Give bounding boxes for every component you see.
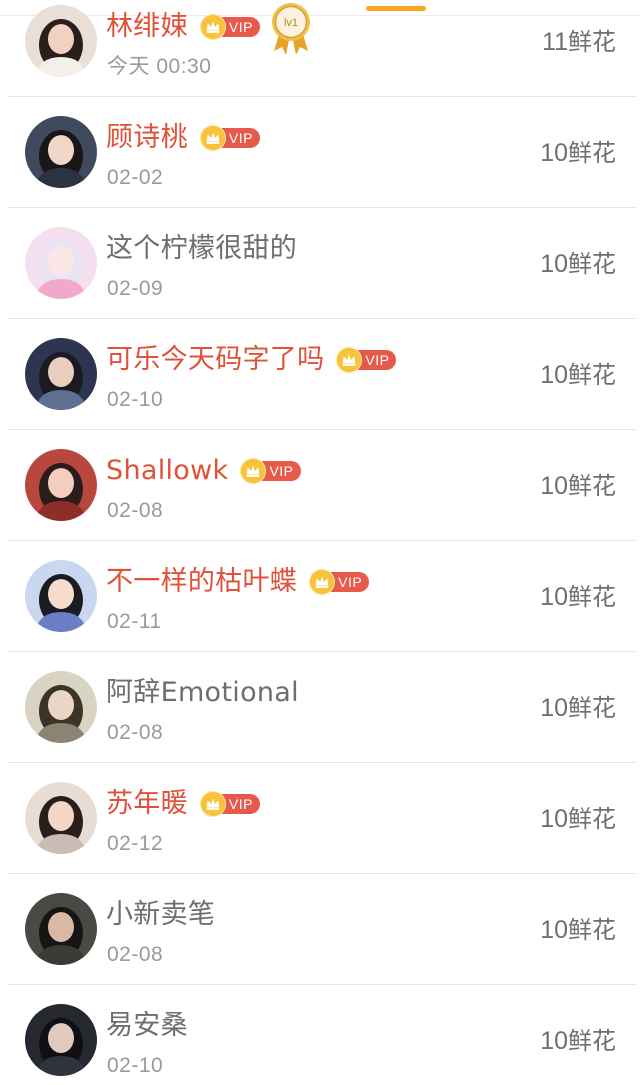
flower-count-number: 11 [542, 28, 568, 56]
timestamp: 02-08 [107, 499, 164, 522]
flower-count: 10鲜花 [540, 249, 616, 279]
list-item[interactable]: 易安桑 02-10 10鲜花 [0, 985, 640, 1085]
name-line: 可乐今天码字了吗 VIP [106, 343, 397, 377]
flower-count: 10鲜花 [540, 804, 616, 834]
name-line: 易安桑 [106, 1009, 188, 1043]
medal-icon: lv1 [270, 1, 312, 57]
list-item[interactable]: 苏年暖 VIP 02-12 10鲜花 [0, 763, 640, 874]
user-name[interactable]: 阿辞Emotional [106, 676, 299, 710]
flower-count-number: 10 [540, 916, 568, 944]
avatar[interactable] [25, 5, 97, 77]
user-name[interactable]: 易安桑 [106, 1009, 188, 1043]
timestamp: 02-10 [107, 1054, 164, 1077]
user-name[interactable]: 可乐今天码字了吗 [106, 343, 324, 377]
flower-count: 10鲜花 [540, 471, 616, 501]
flower-count-number: 10 [540, 139, 568, 167]
user-name[interactable]: 林绯娕 [106, 10, 188, 44]
avatar[interactable] [25, 671, 97, 743]
timestamp: 02-08 [107, 721, 164, 744]
flower-ranking-list: 林绯娕 VIP lv1 今天 00:30 11鲜花 顾诗桃 VIP 02-02 10鲜花 这个柠檬… [0, 0, 640, 1085]
name-line: 顾诗桃 VIP [106, 121, 260, 155]
flower-count-number: 10 [540, 1027, 568, 1055]
name-line: Shallowk VIP [106, 454, 301, 488]
vip-badge: VIP [199, 125, 260, 151]
timestamp: 02-11 [107, 610, 162, 633]
crown-icon [309, 569, 336, 595]
flower-count-number: 10 [540, 472, 568, 500]
user-name[interactable]: 苏年暖 [106, 787, 188, 821]
name-line: 这个柠檬很甜的 [106, 232, 297, 266]
name-line: 阿辞Emotional [106, 676, 299, 710]
flower-count: 11鲜花 [542, 27, 616, 57]
name-line: 不一样的枯叶蝶 VIP [106, 565, 370, 599]
svg-text:lv1: lv1 [284, 17, 298, 29]
flower-count-number: 10 [540, 583, 568, 611]
flower-count-unit: 鲜花 [568, 250, 616, 278]
avatar[interactable] [25, 227, 97, 299]
timestamp: 今天 00:30 [107, 55, 212, 78]
flower-count-unit: 鲜花 [568, 1027, 616, 1055]
avatar[interactable] [25, 893, 97, 965]
flower-count-unit: 鲜花 [568, 805, 616, 833]
avatar[interactable] [25, 449, 97, 521]
vip-badge: VIP [199, 791, 260, 817]
user-name[interactable]: Shallowk [106, 454, 228, 488]
list-item[interactable]: Shallowk VIP 02-08 10鲜花 [0, 430, 640, 541]
timestamp: 02-12 [107, 832, 164, 855]
flower-count: 10鲜花 [540, 1026, 616, 1056]
flower-count: 10鲜花 [540, 693, 616, 723]
avatar[interactable] [25, 560, 97, 632]
name-line: 苏年暖 VIP [106, 787, 260, 821]
avatar[interactable] [25, 338, 97, 410]
avatar[interactable] [25, 116, 97, 188]
flower-count-number: 10 [540, 361, 568, 389]
vip-badge: VIP [199, 14, 260, 40]
user-name[interactable]: 小新卖笔 [106, 898, 215, 932]
flower-count: 10鲜花 [540, 915, 616, 945]
list-item[interactable]: 林绯娕 VIP lv1 今天 00:30 11鲜花 [0, 0, 640, 97]
vip-badge: VIP [240, 458, 301, 484]
flower-count-unit: 鲜花 [568, 28, 616, 56]
avatar[interactable] [25, 1004, 97, 1076]
flower-count-unit: 鲜花 [568, 916, 616, 944]
flower-count-unit: 鲜花 [568, 583, 616, 611]
name-line: 小新卖笔 [106, 898, 215, 932]
list-item[interactable]: 不一样的枯叶蝶 VIP 02-11 10鲜花 [0, 541, 640, 652]
flower-count: 10鲜花 [540, 582, 616, 612]
crown-icon [199, 125, 226, 151]
timestamp: 02-02 [107, 166, 164, 189]
flower-count: 10鲜花 [540, 360, 616, 390]
crown-icon [199, 791, 226, 817]
timestamp: 02-09 [107, 277, 164, 300]
list-item[interactable]: 小新卖笔 02-08 10鲜花 [0, 874, 640, 985]
list-item[interactable]: 阿辞Emotional 02-08 10鲜花 [0, 652, 640, 763]
list-item[interactable]: 顾诗桃 VIP 02-02 10鲜花 [0, 97, 640, 208]
timestamp: 02-08 [107, 943, 164, 966]
flower-count-unit: 鲜花 [568, 361, 616, 389]
vip-badge: VIP [309, 569, 370, 595]
flower-count-unit: 鲜花 [568, 472, 616, 500]
user-name[interactable]: 不一样的枯叶蝶 [106, 565, 297, 599]
flower-count-number: 10 [540, 805, 568, 833]
flower-count-number: 10 [540, 694, 568, 722]
avatar[interactable] [25, 782, 97, 854]
list-item[interactable]: 可乐今天码字了吗 VIP 02-10 10鲜花 [0, 319, 640, 430]
flower-count-unit: 鲜花 [568, 694, 616, 722]
name-line: 林绯娕 VIP lv1 [106, 3, 312, 55]
flower-count: 10鲜花 [540, 138, 616, 168]
user-name[interactable]: 这个柠檬很甜的 [106, 232, 297, 266]
crown-icon [199, 14, 226, 40]
timestamp: 02-10 [107, 388, 164, 411]
flower-count-number: 10 [540, 250, 568, 278]
user-name[interactable]: 顾诗桃 [106, 121, 188, 155]
vip-badge: VIP [336, 347, 397, 373]
flower-count-unit: 鲜花 [568, 139, 616, 167]
list-item[interactable]: 这个柠檬很甜的 02-09 10鲜花 [0, 208, 640, 319]
